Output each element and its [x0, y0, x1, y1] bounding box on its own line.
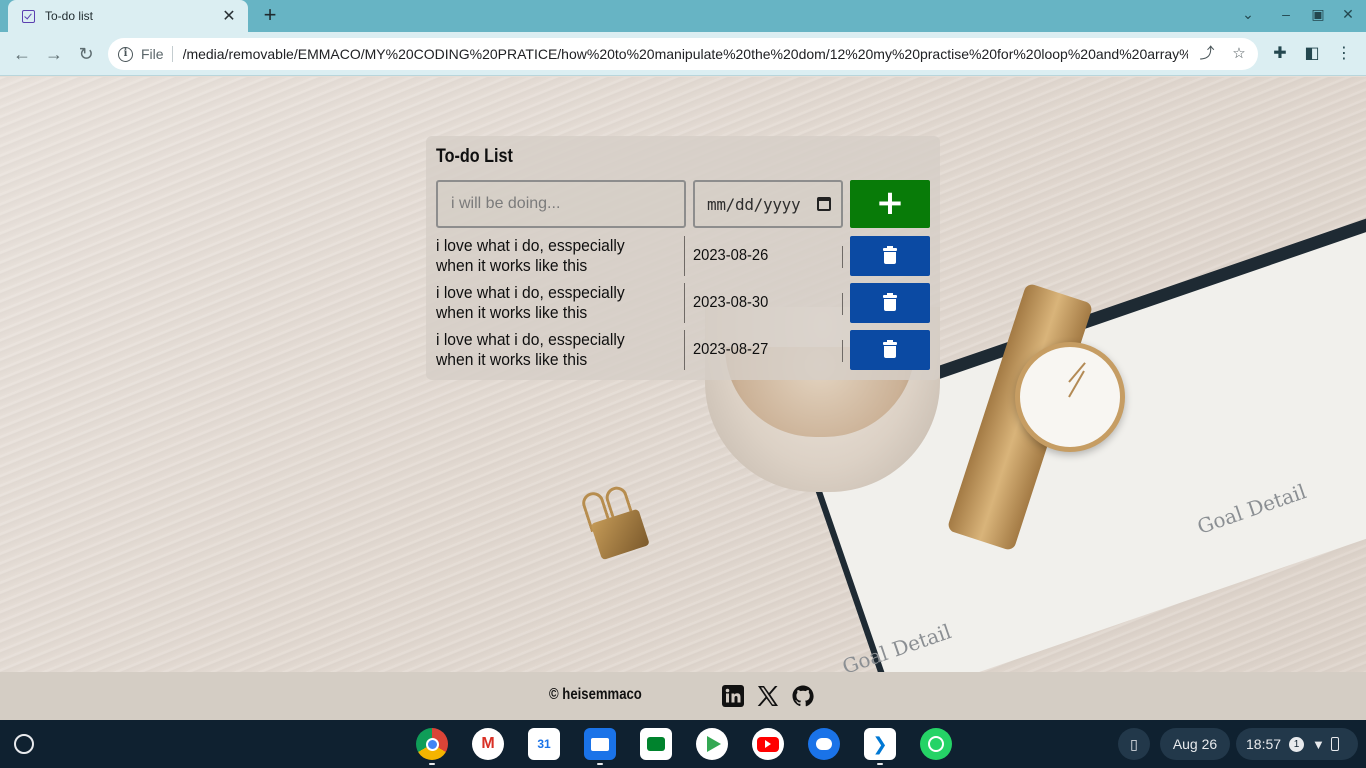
whatsapp-icon[interactable] [920, 728, 952, 760]
browser-toolbar: ← → ↻ i File /media/removable/EMMACO/MY%… [0, 32, 1366, 76]
menu-icon[interactable]: ⋮ [1334, 44, 1354, 64]
divider [842, 340, 843, 362]
delete-todo-button[interactable] [850, 283, 930, 323]
tab-title: To-do list [45, 9, 94, 23]
todo-date-input[interactable]: mm/dd/yyyy [693, 180, 843, 228]
calendar-day: 31 [537, 737, 551, 751]
browser-tab[interactable]: To-do list ✕ [8, 0, 248, 32]
site-info-icon[interactable]: i [118, 46, 133, 62]
vscode-icon[interactable]: ❯ [864, 728, 896, 760]
forward-icon[interactable]: → [42, 42, 66, 66]
side-panel-icon[interactable]: ◧ [1302, 44, 1322, 64]
extensions-icon[interactable]: ✚ [1270, 44, 1290, 64]
trash-icon [883, 246, 897, 264]
close-tab-icon[interactable]: ✕ [220, 6, 238, 26]
todo-text-input[interactable] [436, 180, 686, 228]
todo-item-text: i love what i do, esspecially when it wo… [436, 236, 625, 275]
todo-item-date: 2023-08-30 [693, 294, 769, 311]
trash-lid [883, 248, 897, 251]
trash-can [884, 346, 896, 358]
share-icon[interactable]: ⤴ [1198, 45, 1216, 63]
notification-count: 1 [1289, 736, 1305, 752]
url-text[interactable]: /media/removable/EMMACO/MY%20CODING%20PR… [183, 46, 1188, 62]
todo-row: i love what i do, esspecially when it wo… [426, 283, 940, 323]
github-icon[interactable] [791, 684, 815, 708]
divider [684, 330, 685, 370]
play-store-icon[interactable] [696, 728, 728, 760]
launcher-icon[interactable] [14, 734, 34, 754]
file-scheme-chip: File [141, 46, 173, 62]
todo-item-date: 2023-08-26 [693, 247, 769, 264]
messages-icon[interactable] [808, 728, 840, 760]
todo-item-date: 2023-08-27 [693, 341, 769, 358]
page-footer: © heisemmaco [0, 672, 1366, 720]
binder-clip [574, 479, 653, 564]
clock: 18:57 [1246, 736, 1282, 752]
restore-icon[interactable]: ▣ [1306, 6, 1330, 26]
divider [684, 283, 685, 323]
address-bar[interactable]: i File /media/removable/EMMACO/MY%20CODI… [108, 38, 1258, 70]
copyright-text: © heisemmaco [549, 686, 642, 703]
running-indicator [597, 763, 603, 765]
youtube-icon[interactable] [752, 728, 784, 760]
meet-icon[interactable] [640, 728, 672, 760]
todo-title: To-do List [436, 146, 513, 167]
status-area[interactable]: 18:57 1 ▼ [1236, 728, 1358, 760]
divider [842, 293, 843, 315]
os-taskbar: M 31 ❯ ▯ Aug 26 18:57 1 ▼ [0, 720, 1366, 768]
todo-favicon-icon [22, 9, 35, 23]
todo-card: To-do List mm/dd/yyyy + i love what i do… [426, 136, 940, 380]
delete-todo-button[interactable] [850, 330, 930, 370]
phone-hub-icon[interactable]: ▯ [1118, 728, 1150, 760]
linkedin-icon[interactable] [721, 684, 745, 708]
todo-row: i love what i do, esspecially when it wo… [426, 330, 940, 370]
x-icon[interactable] [756, 684, 780, 708]
minimize-icon[interactable]: – [1274, 6, 1298, 26]
reload-icon[interactable]: ↻ [74, 42, 98, 66]
files-icon[interactable] [584, 728, 616, 760]
trash-lid [883, 295, 897, 298]
delete-todo-button[interactable] [850, 236, 930, 276]
new-tab-button[interactable]: + [258, 4, 282, 28]
gmail-icon[interactable]: M [472, 728, 504, 760]
running-indicator [429, 763, 435, 765]
tab-strip: To-do list ✕ + ⌄ – ▣ ✕ [0, 0, 1366, 32]
wifi-icon: ▼ [1312, 736, 1325, 752]
trash-can [884, 299, 896, 311]
calendar-icon[interactable] [817, 197, 831, 211]
page-background: Goal Detail Goal Detail To-do List mm/dd… [0, 77, 1366, 672]
divider [684, 236, 685, 276]
todo-row: i love what i do, esspecially when it wo… [426, 236, 940, 276]
running-indicator [877, 763, 883, 765]
todo-item-text: i love what i do, esspecially when it wo… [436, 283, 625, 322]
battery-icon [1330, 737, 1339, 751]
trash-icon [883, 293, 897, 311]
date-chip[interactable]: Aug 26 [1160, 728, 1230, 760]
trash-lid [883, 342, 897, 345]
todo-item-text: i love what i do, esspecially when it wo… [436, 330, 625, 369]
trash-can [884, 252, 896, 264]
bookmark-star-icon[interactable]: ☆ [1230, 45, 1248, 63]
add-todo-button[interactable]: + [850, 180, 930, 228]
back-icon[interactable]: ← [10, 42, 34, 66]
close-window-icon[interactable]: ✕ [1336, 6, 1360, 26]
chrome-icon[interactable] [416, 728, 448, 760]
trash-icon [883, 340, 897, 358]
date-placeholder: mm/dd/yyyy [707, 194, 801, 214]
divider [842, 246, 843, 268]
tab-search-icon[interactable]: ⌄ [1236, 6, 1260, 26]
calendar-icon[interactable]: 31 [528, 728, 560, 760]
